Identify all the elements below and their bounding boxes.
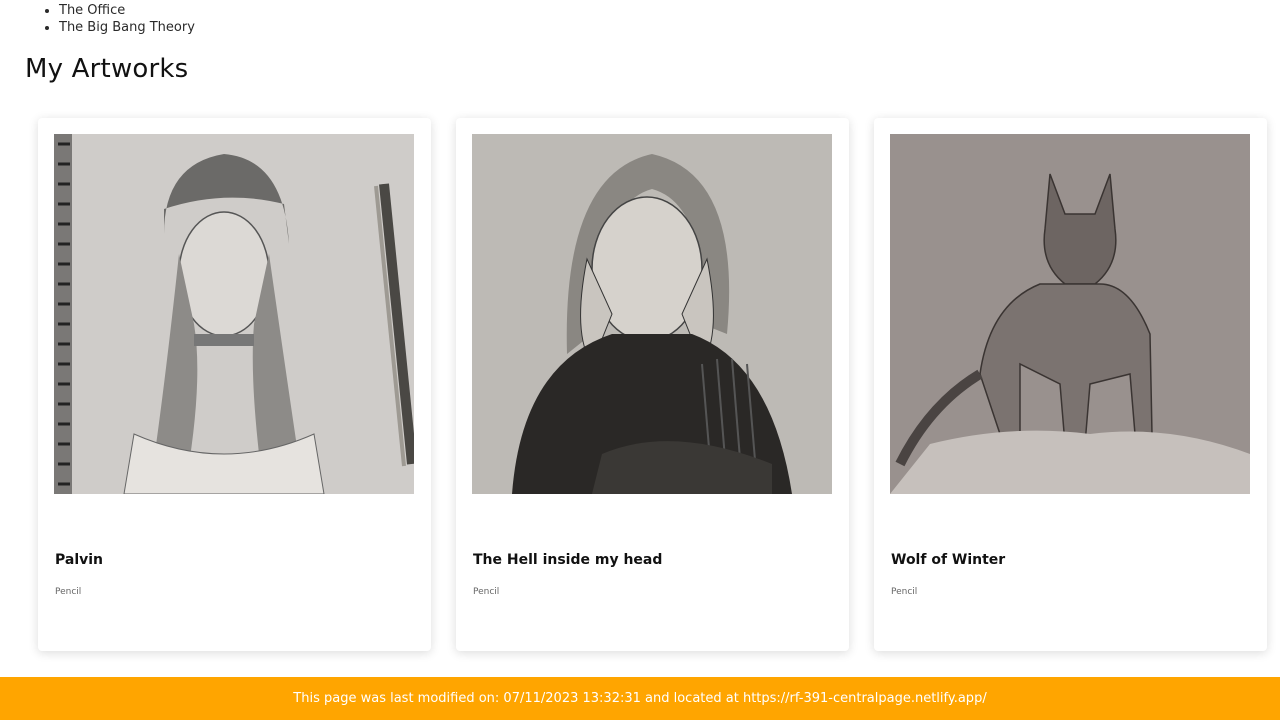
artwork-title: The Hell inside my head: [473, 552, 663, 568]
artwork-medium: Pencil: [891, 587, 918, 597]
footer-text: This page was last modified on: 07/11/20…: [293, 691, 987, 706]
tv-shows-list: The Office The Big Bang Theory: [0, 2, 195, 36]
artwork-card: The Hell inside my head Pencil: [456, 118, 849, 651]
list-item: The Office: [59, 2, 195, 19]
artwork-image: [54, 134, 414, 494]
page-footer: This page was last modified on: 07/11/20…: [0, 677, 1280, 720]
artwork-card: Palvin Pencil: [38, 118, 431, 651]
artwork-medium: Pencil: [55, 587, 82, 597]
list-item: The Big Bang Theory: [59, 19, 195, 36]
artwork-image: [472, 134, 832, 494]
artworks-heading: My Artworks: [25, 54, 189, 84]
artwork-image: [890, 134, 1250, 494]
artwork-medium: Pencil: [473, 587, 500, 597]
artwork-title: Wolf of Winter: [891, 552, 1006, 568]
artwork-title: Palvin: [55, 552, 104, 568]
artwork-card: Wolf of Winter Pencil: [874, 118, 1267, 651]
